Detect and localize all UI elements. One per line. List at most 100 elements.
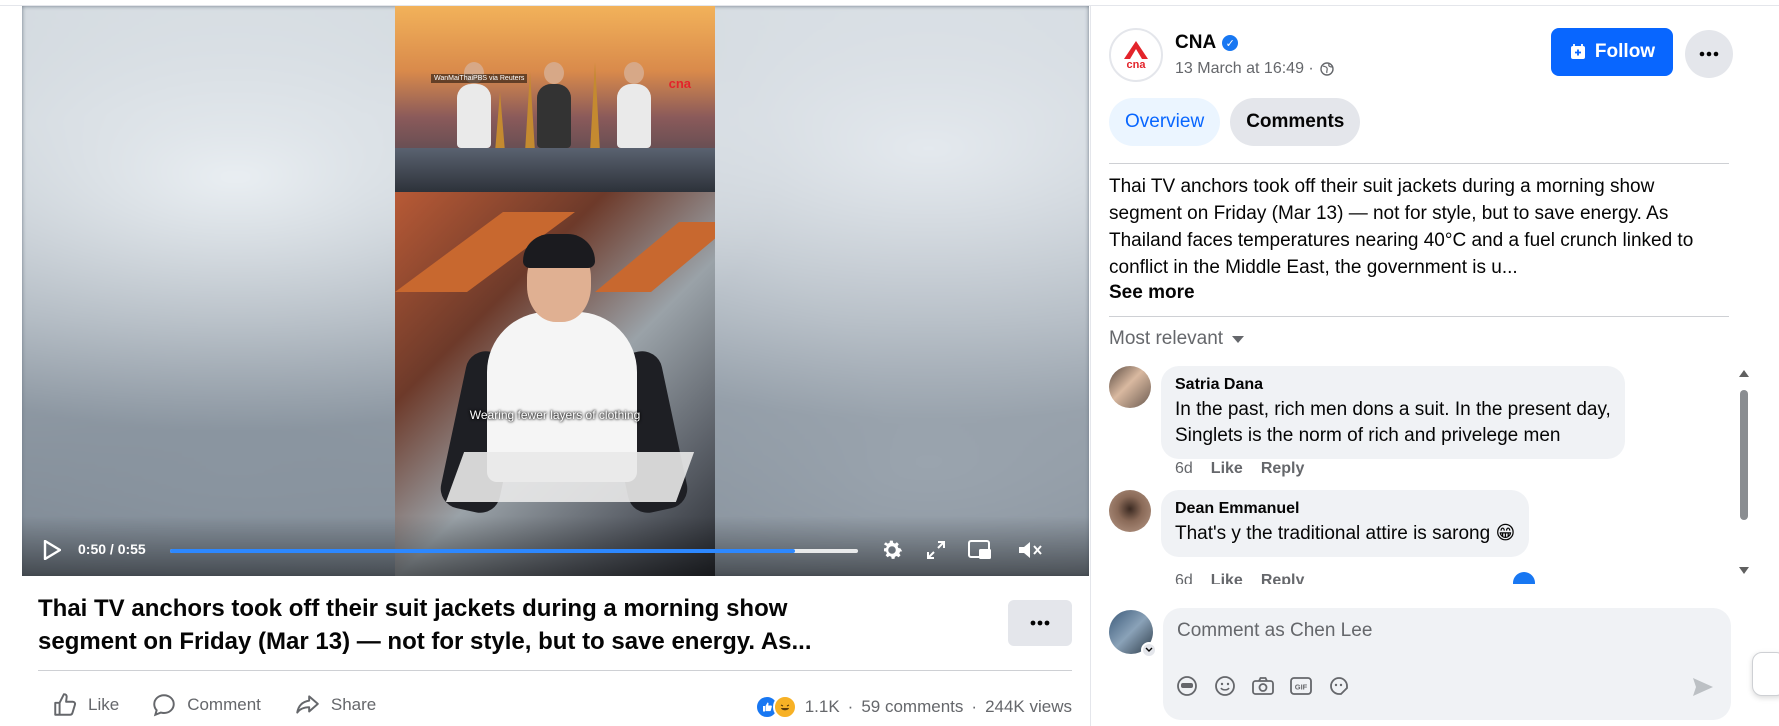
description-line: segment on Friday (Mar 13) — not for sty… <box>1109 203 1669 224</box>
page-more-button[interactable] <box>1685 30 1733 78</box>
pip-button[interactable] <box>966 536 994 564</box>
divider <box>1109 163 1729 164</box>
composer-tools: GIF <box>1175 674 1351 698</box>
reaction-count[interactable]: 1.1K <box>805 697 840 717</box>
avatar-sticker-icon <box>1177 676 1197 696</box>
news-anchor <box>537 62 571 148</box>
post-more-button[interactable] <box>1008 600 1072 646</box>
comment-composer[interactable]: Comment as Chen Lee GIF <box>1163 608 1731 720</box>
mute-button[interactable] <box>1016 536 1044 564</box>
post-title[interactable]: Thai TV anchors took off their suit jack… <box>38 592 918 658</box>
comment-text: Singlets is the norm of rich and privele… <box>1175 425 1561 446</box>
avatar-switch-button[interactable] <box>1141 642 1157 658</box>
video-subtitle: Wearing fewer layers of clothing <box>469 408 641 422</box>
sticker-icon <box>1330 677 1348 695</box>
camera-button[interactable] <box>1251 674 1275 698</box>
news-studio-scene: WanMaiThaiPBS via Reuters cna <box>395 6 715 192</box>
verified-badge-icon: ✓ <box>1222 35 1239 51</box>
sort-label: Most relevant <box>1109 328 1224 349</box>
mute-icon <box>1019 542 1042 558</box>
play-icon <box>43 540 61 560</box>
follow-icon <box>1570 44 1585 59</box>
scroll-up-icon[interactable] <box>1738 368 1750 378</box>
comment-reply-button[interactable]: Reply <box>1261 572 1305 584</box>
page-name[interactable]: CNA ✓ <box>1175 32 1239 54</box>
video-player[interactable]: WanMaiThaiPBS via Reuters cna Wearing fe… <box>22 6 1089 576</box>
comment-like-button[interactable]: Like <box>1211 572 1243 584</box>
see-more-link[interactable]: See more <box>1109 282 1195 304</box>
description-line: conflict in the Middle East, the governm… <box>1109 257 1518 278</box>
video-progress-bar[interactable] <box>170 549 858 553</box>
comment-button[interactable]: Comment <box>151 692 261 718</box>
svg-text:GIF: GIF <box>1295 683 1308 692</box>
post-description: Thai TV anchors took off their suit jack… <box>1109 173 1737 281</box>
scroll-down-icon[interactable] <box>1738 566 1750 576</box>
comment-text: That's y the traditional attire is saron… <box>1175 523 1516 544</box>
comment-bubble[interactable]: Dean Emmanuel That's y the traditional a… <box>1161 490 1530 557</box>
avatar[interactable] <box>1109 366 1151 408</box>
divider <box>38 670 1072 671</box>
gif-button[interactable]: GIF <box>1289 674 1313 698</box>
comment-count[interactable]: 59 comments <box>861 697 963 717</box>
avatar-sticker-button[interactable] <box>1175 674 1199 698</box>
comment-sort-dropdown[interactable]: Most relevant <box>1109 328 1245 350</box>
video-frame[interactable]: WanMaiThaiPBS via Reuters cna Wearing fe… <box>395 6 715 576</box>
news-desk <box>395 148 715 192</box>
comment-text: In the past, rich men dons a suit. In th… <box>1175 399 1611 420</box>
share-button[interactable]: Share <box>293 692 376 718</box>
camera-icon <box>1252 677 1274 695</box>
comment-bubble[interactable]: Satria Dana In the past, rich men dons a… <box>1161 366 1625 459</box>
comment-item: Dean Emmanuel That's y the traditional a… <box>1109 490 1530 557</box>
haha-reaction-icon <box>772 695 797 719</box>
pip-icon <box>968 540 991 559</box>
post-actions: Like Comment Share <box>52 692 376 718</box>
panel-tabs: Overview Comments <box>1109 98 1361 146</box>
divider <box>1109 316 1729 317</box>
comment-input[interactable]: Comment as Chen Lee <box>1177 620 1372 642</box>
fullscreen-button[interactable] <box>922 536 950 564</box>
comment-meta: 6d Like Reply <box>1175 572 1304 584</box>
comment-like-button[interactable]: Like <box>1211 460 1243 478</box>
page: WanMaiThaiPBS via Reuters cna Wearing fe… <box>0 0 1779 726</box>
page-avatar[interactable]: cna <box>1109 28 1163 82</box>
settings-button[interactable] <box>878 536 906 564</box>
follow-button[interactable]: Follow <box>1551 28 1673 76</box>
comment-author[interactable]: Satria Dana <box>1175 376 1611 394</box>
comment-item: Satria Dana In the past, rich men dons a… <box>1109 366 1625 459</box>
ellipsis-icon <box>1699 51 1719 57</box>
emoji-button[interactable] <box>1213 674 1237 698</box>
reaction-icons[interactable] <box>754 695 797 719</box>
comment-reply-button[interactable]: Reply <box>1261 460 1305 478</box>
dot-separator: · <box>847 697 854 716</box>
comment-age[interactable]: 6d <box>1175 572 1193 584</box>
like-label: Like <box>88 695 120 714</box>
description-line: Thailand faces temperatures nearing 40°C… <box>1109 230 1694 251</box>
fullscreen-icon <box>927 541 945 559</box>
post-time-text: 13 March at 16:49 · <box>1175 60 1314 77</box>
post-timestamp[interactable]: 13 March at 16:49 · <box>1175 60 1334 78</box>
follow-label: Follow <box>1594 41 1656 62</box>
cna-logo-icon <box>1124 40 1148 59</box>
send-button[interactable] <box>1691 676 1715 703</box>
anchor-hair <box>523 234 595 268</box>
emoji-icon <box>1215 676 1235 696</box>
like-button[interactable]: Like <box>52 692 119 718</box>
comment-author[interactable]: Dean Emmanuel <box>1175 500 1515 518</box>
scrollbar-thumb[interactable] <box>1740 390 1748 520</box>
video-progress-fill <box>170 549 796 553</box>
avatar[interactable] <box>1109 490 1151 532</box>
ellipsis-icon <box>1030 620 1050 626</box>
video-controls: 0:50 / 0:55 <box>22 516 1089 576</box>
sticker-button[interactable] <box>1327 674 1351 698</box>
comment-age[interactable]: 6d <box>1175 460 1193 478</box>
new-message-button[interactable] <box>1752 652 1779 696</box>
page-avatar-text: cna <box>1126 58 1146 71</box>
news-anchor <box>457 62 491 148</box>
desk-papers <box>445 452 695 502</box>
comments-scrollbar[interactable] <box>1737 366 1751 580</box>
left-pane: WanMaiThaiPBS via Reuters cna Wearing fe… <box>0 6 1090 726</box>
tab-comments[interactable]: Comments <box>1230 98 1361 146</box>
comment-icon <box>153 694 175 717</box>
play-button[interactable] <box>40 538 64 562</box>
tab-overview[interactable]: Overview <box>1109 98 1221 146</box>
